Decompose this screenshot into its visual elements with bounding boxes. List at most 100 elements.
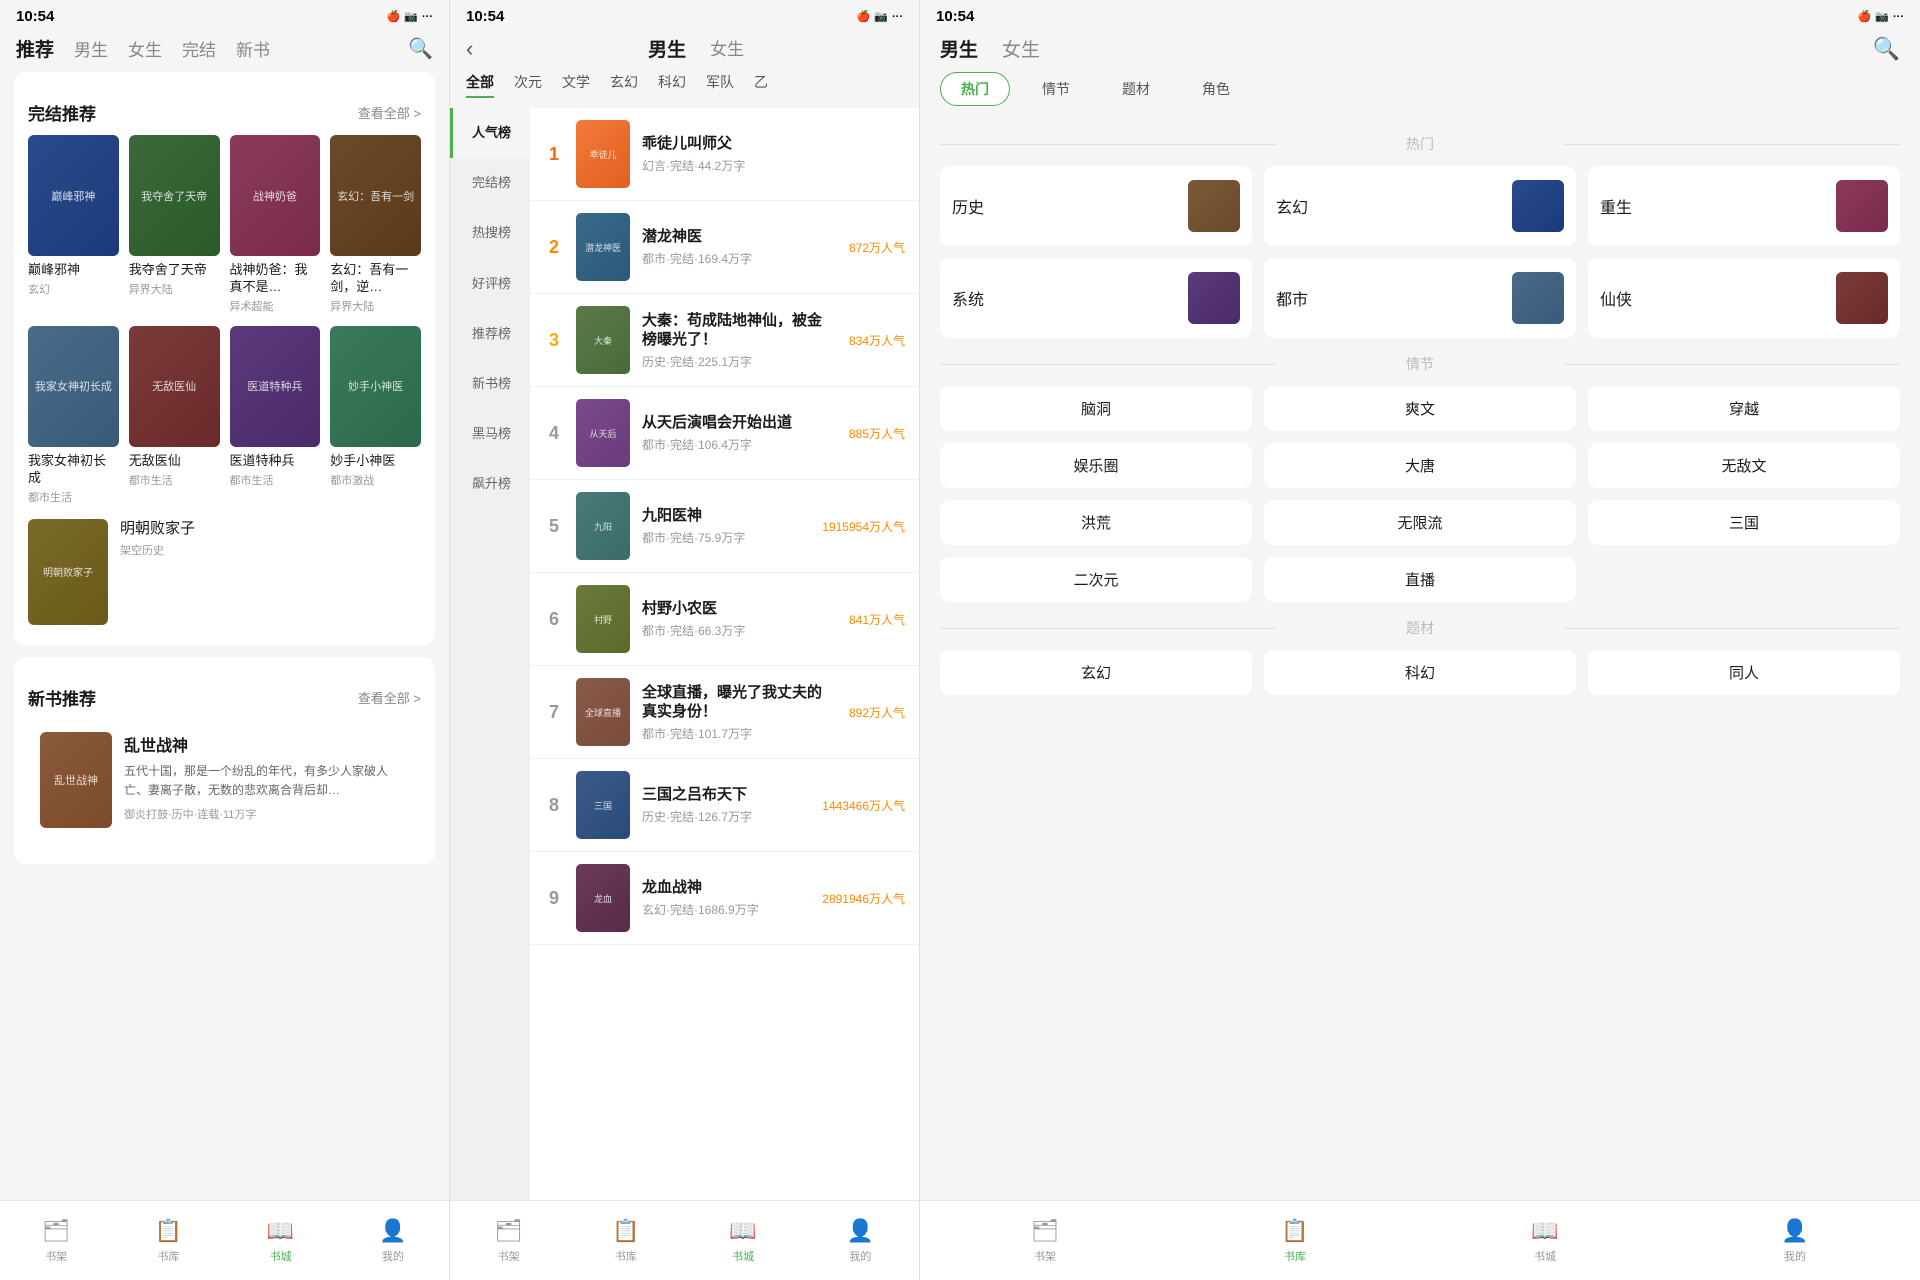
- rank-popularity[interactable]: 人气榜: [450, 108, 530, 158]
- filter-hot[interactable]: 热门: [940, 72, 1010, 106]
- search-button-3[interactable]: 🔍: [1873, 36, 1900, 62]
- list-item[interactable]: 医道特种兵 医道特种兵 都市生活: [230, 326, 321, 505]
- cat-all[interactable]: 全部: [466, 72, 494, 98]
- tag-zhibo[interactable]: 直播: [1264, 557, 1576, 602]
- rank-hotsearch[interactable]: 热搜榜: [450, 208, 530, 258]
- complete-more[interactable]: 查看全部 >: [358, 103, 421, 122]
- cat-rebirth[interactable]: 重生: [1588, 166, 1900, 246]
- tab-female-2[interactable]: 女生: [710, 35, 744, 62]
- cat-xianxia[interactable]: 仙侠: [1588, 258, 1900, 338]
- tab-bookshelf-3[interactable]: 🗂 书架: [920, 1218, 1170, 1264]
- cat-xuanhuan[interactable]: 玄幻: [610, 72, 638, 98]
- tag-erciyuan[interactable]: 二次元: [940, 557, 1252, 602]
- rank-item-2[interactable]: 2 潜龙神医 潜龙神医 都市·完结·169.4万字 872万人气: [530, 201, 919, 294]
- filter-role[interactable]: 角色: [1182, 72, 1250, 106]
- back-button[interactable]: ‹: [466, 36, 473, 62]
- newbook-more[interactable]: 查看全部 >: [358, 688, 421, 707]
- tab-library-1[interactable]: 📋 书库: [112, 1218, 224, 1264]
- tab-male-2[interactable]: 男生: [648, 35, 686, 62]
- cat-xuanhuan-img: [1512, 180, 1564, 232]
- tab-female-3[interactable]: 女生: [1002, 35, 1040, 62]
- newbook-item[interactable]: 乱世战神 乱世战神 五代十国，那是一个纷乱的年代，有多少人家破人亡、妻离子散，无…: [28, 720, 421, 840]
- tab-mine-2[interactable]: 👤 我的: [802, 1218, 919, 1264]
- rank-rising[interactable]: 飙升榜: [450, 459, 530, 509]
- tab-library-3[interactable]: 📋 书库: [1170, 1218, 1420, 1264]
- tag-datang[interactable]: 大唐: [1264, 443, 1576, 488]
- cat-system[interactable]: 系统: [940, 258, 1252, 338]
- rank-info-1: 乖徒儿叫师父 幻言·完结·44.2万字: [642, 134, 905, 174]
- tab-library-2[interactable]: 📋 书库: [567, 1218, 684, 1264]
- cat-xuanhuan[interactable]: 玄幻: [1264, 166, 1576, 246]
- cat-more[interactable]: 乙: [754, 72, 768, 98]
- tab-mine-3[interactable]: 👤 我的: [1670, 1218, 1920, 1264]
- tag-tongren[interactable]: 同人: [1588, 650, 1900, 695]
- rank-item-8[interactable]: 8 三国 三国之吕布天下 历史·完结·126.7万字 1443466万人气: [530, 759, 919, 852]
- tab-bookstore-2[interactable]: 📖 书城: [685, 1218, 802, 1264]
- single-cover: 明朝败家子: [28, 519, 108, 625]
- list-item[interactable]: 巅峰邪神 巅峰邪神 玄幻: [28, 135, 119, 314]
- tag-honghuang[interactable]: 洪荒: [940, 500, 1252, 545]
- rank-item-7[interactable]: 7 全球直播 全球直播，曝光了我丈夫的真实身份！ 都市·完结·101.7万字 8…: [530, 666, 919, 759]
- rank-item-3[interactable]: 3 大秦 大秦：苟成陆地神仙，被金榜曝光了！ 历史·完结·225.1万字 834…: [530, 294, 919, 387]
- cat-jundui[interactable]: 军队: [706, 72, 734, 98]
- tag-wudiwen[interactable]: 无敌文: [1588, 443, 1900, 488]
- rank-recommend[interactable]: 推荐榜: [450, 309, 530, 359]
- list-item[interactable]: 我家女神初长成 我家女神初长成 都市生活: [28, 326, 119, 505]
- rank-item-5[interactable]: 5 九阳 九阳医神 都市·完结·75.9万字 1915954万人气: [530, 480, 919, 573]
- nav-recommend[interactable]: 推荐: [16, 35, 54, 62]
- cat-xianxia-label: 仙侠: [1600, 286, 1632, 310]
- rank-number-6: 6: [544, 609, 564, 630]
- rank-rating[interactable]: 好评榜: [450, 259, 530, 309]
- tab-bookstore-1[interactable]: 📖 书城: [225, 1218, 337, 1264]
- cat-ciyuan[interactable]: 次元: [514, 72, 542, 98]
- panel1-nav: 推荐 男生 女生 完结 新书 🔍: [0, 29, 449, 72]
- tag-kh2[interactable]: 科幻: [1264, 650, 1576, 695]
- cat-system-img: [1188, 272, 1240, 324]
- cat-wenxue[interactable]: 文学: [562, 72, 590, 98]
- tab-bookstore-3[interactable]: 📖 书城: [1420, 1218, 1670, 1264]
- nav-male[interactable]: 男生: [74, 36, 108, 61]
- tag-xh2[interactable]: 玄幻: [940, 650, 1252, 695]
- list-item[interactable]: 我夺舍了天帝 我夺舍了天帝 异界大陆: [129, 135, 220, 314]
- list-item[interactable]: 战神奶爸 战神奶爸：我真不是… 异术超能: [230, 135, 321, 314]
- rank-pop-2: 872万人气: [849, 239, 905, 256]
- rank-meta-2: 都市·完结·169.4万字: [642, 250, 837, 267]
- book-cover: 我家女神初长成: [28, 326, 119, 447]
- tag-chuanyue[interactable]: 穿越: [1588, 386, 1900, 431]
- tab-bookshelf-2[interactable]: 🗂 书架: [450, 1218, 567, 1264]
- nav-female[interactable]: 女生: [128, 36, 162, 61]
- tag-wuxianliu[interactable]: 无限流: [1264, 500, 1576, 545]
- cat-history[interactable]: 历史: [940, 166, 1252, 246]
- cat-kehuan[interactable]: 科幻: [658, 72, 686, 98]
- list-item[interactable]: 玄幻：吾有一剑 玄幻：吾有一剑，逆… 异界大陆: [330, 135, 421, 314]
- rank-book-list: 1 乖徒儿 乖徒儿叫师父 幻言·完结·44.2万字 2 潜龙神医 潜龙神医 都市…: [530, 108, 919, 1280]
- rank-item-6[interactable]: 6 村野 村野小农医 都市·完结·66.3万字 841万人气: [530, 573, 919, 666]
- rank-info-6: 村野小农医 都市·完结·66.3万字: [642, 599, 837, 639]
- single-title: 明朝败家子: [120, 519, 195, 539]
- tag-naodong[interactable]: 脑洞: [940, 386, 1252, 431]
- nav-newbook[interactable]: 新书: [236, 36, 270, 61]
- tag-yuleqiao[interactable]: 娱乐圈: [940, 443, 1252, 488]
- tab-mine-1[interactable]: 👤 我的: [337, 1218, 449, 1264]
- tab-bookshelf-1[interactable]: 🗂 书架: [0, 1218, 112, 1264]
- tag-shuangwen[interactable]: 爽文: [1264, 386, 1576, 431]
- filter-story[interactable]: 情节: [1022, 72, 1090, 106]
- rank-meta-1: 幻言·完结·44.2万字: [642, 157, 905, 174]
- list-item[interactable]: 无敌医仙 无敌医仙 都市生活: [129, 326, 220, 505]
- cat-urban[interactable]: 都市: [1264, 258, 1576, 338]
- tab-male-3[interactable]: 男生: [940, 35, 978, 62]
- filter-subject[interactable]: 题材: [1102, 72, 1170, 106]
- rank-item-4[interactable]: 4 从天后 从天后演唱会开始出道 都市·完结·106.4万字 885万人气: [530, 387, 919, 480]
- list-item[interactable]: 妙手小神医 妙手小神医 都市激战: [330, 326, 421, 505]
- rank-newbook2[interactable]: 新书榜: [450, 359, 530, 409]
- rank-darkhorse[interactable]: 黑马榜: [450, 409, 530, 459]
- status-bar-3: 10:54 🍎 📷 ···: [920, 0, 1920, 29]
- rank-complete[interactable]: 完结榜: [450, 158, 530, 208]
- single-book-mingchao[interactable]: 明朝败家子 明朝败家子 架空历史: [28, 519, 421, 631]
- rank-item-9[interactable]: 9 龙血 龙血战神 玄幻·完结·1686.9万字 2891946万人气: [530, 852, 919, 945]
- cat-xianxia-img: [1836, 272, 1888, 324]
- rank-item-1[interactable]: 1 乖徒儿 乖徒儿叫师父 幻言·完结·44.2万字: [530, 108, 919, 201]
- tag-sanguo[interactable]: 三国: [1588, 500, 1900, 545]
- nav-complete[interactable]: 完结: [182, 36, 216, 61]
- search-button-1[interactable]: 🔍: [408, 36, 433, 61]
